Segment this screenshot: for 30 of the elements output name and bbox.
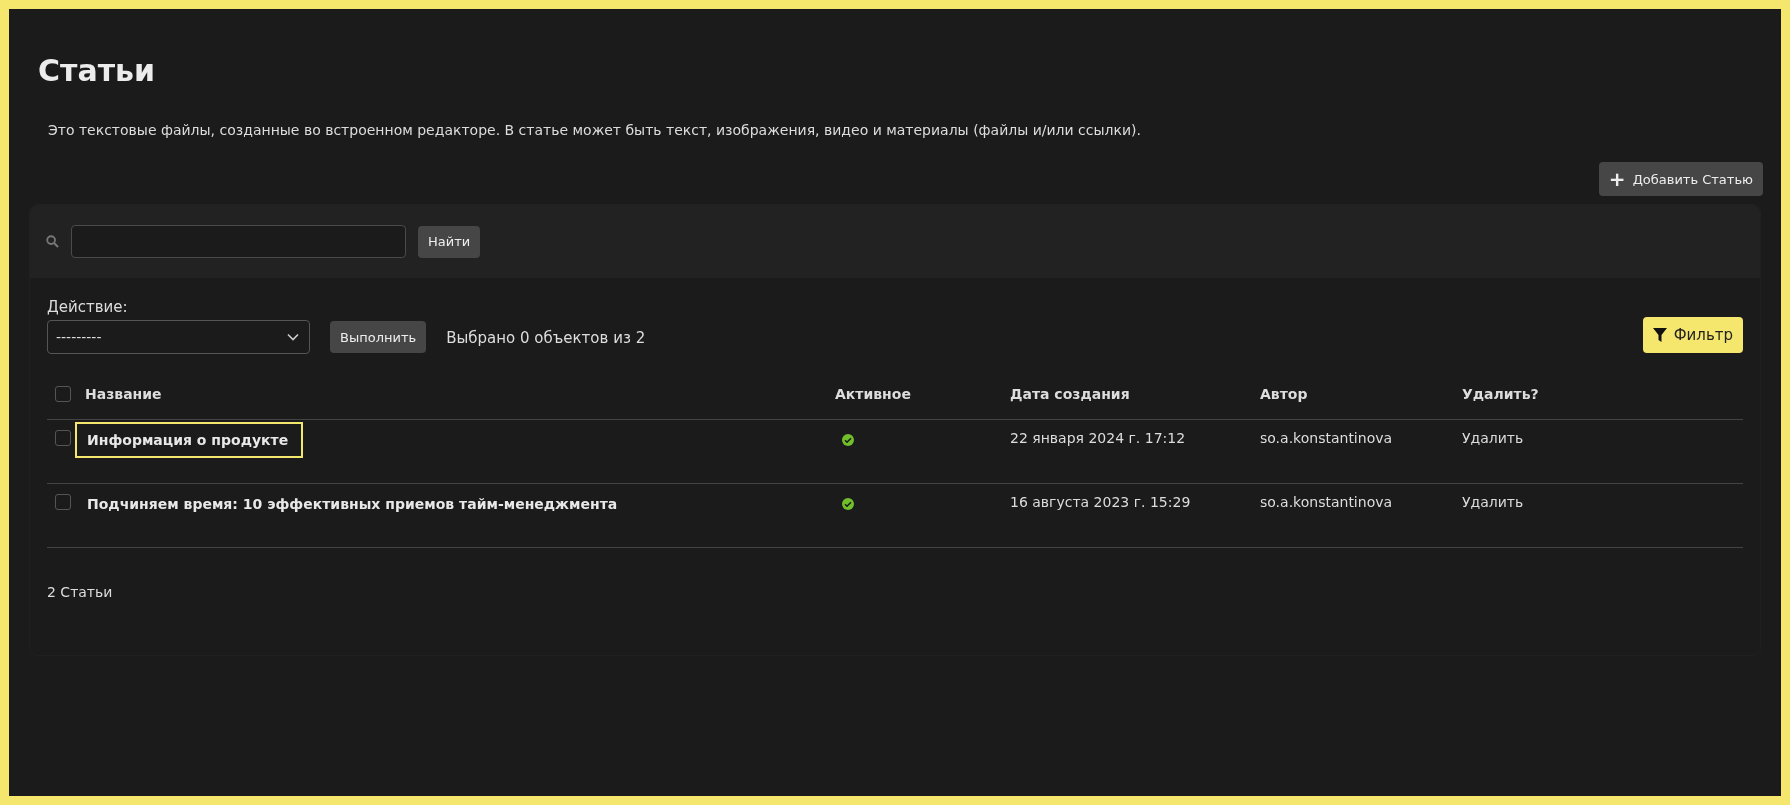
search-icon	[46, 235, 59, 248]
column-header: Активное	[835, 386, 912, 402]
row-checkbox[interactable]	[55, 494, 71, 510]
run-action-button[interactable]: Выполнить	[330, 321, 427, 353]
row-checkbox[interactable]	[55, 430, 71, 446]
article-title-link[interactable]: Информация о продукте	[75, 422, 304, 458]
author-name: so.a.konstantinova	[1260, 430, 1394, 446]
column-header: Название	[85, 386, 163, 402]
chevron-down-icon	[287, 333, 299, 341]
add-article-button[interactable]: + Добавить Статью	[1598, 162, 1763, 196]
created-date: 16 августа 2023 г. 15:29	[1010, 494, 1192, 510]
filter-icon	[1652, 328, 1667, 342]
created-date: 22 января 2024 г. 17:12	[1010, 430, 1187, 446]
author-name: so.a.konstantinova	[1260, 494, 1394, 510]
page-description: Это текстовые файлы, созданные во встроенном редакторе. В статье может быть текст, изображения, видео и материалы (файлы и/или ссылки).	[48, 122, 1141, 138]
search-field[interactable]	[71, 225, 406, 258]
page-title: Статьи	[38, 53, 156, 88]
search-button[interactable]: Найти	[418, 225, 481, 258]
article-title-link[interactable]: Подчиняем время: 10 эффективных приемов тайм-менеджмента	[75, 486, 633, 522]
column-header: Дата создания	[1010, 386, 1131, 402]
filter-button[interactable]: Фильтр	[1642, 317, 1743, 353]
action-label: Действие:	[47, 298, 129, 316]
selection-count: Выбрано 0 объектов из 2	[446, 329, 646, 347]
column-header: Удалить?	[1462, 386, 1540, 402]
result-count: 2 Статьи	[47, 584, 113, 600]
action-select[interactable]: ---------	[47, 320, 310, 354]
column-header: Автор	[1260, 386, 1309, 402]
select-all-checkbox[interactable]	[55, 386, 71, 402]
delete-link[interactable]: Удалить	[1462, 494, 1743, 510]
delete-link[interactable]: Удалить	[1462, 430, 1743, 446]
